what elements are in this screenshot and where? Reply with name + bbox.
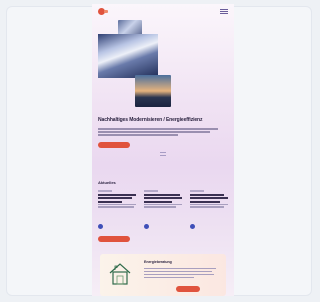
logo-mark — [104, 10, 108, 13]
hero-text-line — [98, 134, 178, 136]
arrow-icon[interactable] — [98, 224, 103, 229]
top-bar — [92, 4, 234, 18]
hero-title: Nachhaltiges Modernisieren / Energieeffi… — [98, 117, 203, 123]
hero-image-main — [98, 34, 158, 78]
house-icon — [109, 263, 131, 285]
hero-image-sunset — [135, 75, 171, 107]
news-more-button[interactable] — [98, 236, 130, 242]
energy-advice-text — [144, 277, 194, 279]
news-card[interactable] — [144, 190, 184, 232]
news-card[interactable] — [190, 190, 230, 232]
website-page: Nachhaltiges Modernisieren / Energieeffi… — [92, 4, 234, 296]
energy-advice-button[interactable] — [176, 286, 200, 292]
news-card[interactable] — [98, 190, 138, 232]
energy-advice-title: Energieberatung — [144, 260, 172, 264]
hero-cta-button[interactable] — [98, 142, 130, 148]
arrow-icon[interactable] — [144, 224, 149, 229]
scroll-down-icon[interactable] — [160, 152, 166, 158]
energy-advice-text — [144, 268, 216, 270]
menu-icon[interactable] — [220, 9, 228, 14]
energy-advice-card: Energieberatung — [100, 254, 226, 296]
arrow-icon[interactable] — [190, 224, 195, 229]
hero-text-line — [98, 131, 210, 133]
hero-text-line — [98, 128, 218, 130]
energy-advice-text — [144, 274, 214, 276]
energy-advice-text — [144, 271, 212, 273]
news-section-title: Aktuelles — [98, 180, 116, 185]
